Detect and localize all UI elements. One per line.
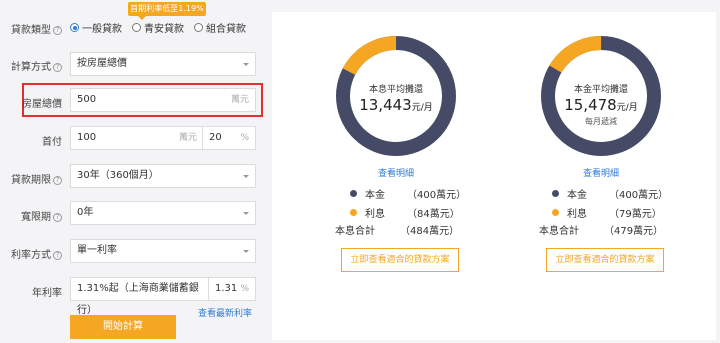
- chevron-down-icon: [243, 250, 249, 253]
- legend-total: 本息合計 （484萬元）: [335, 226, 460, 237]
- chevron-down-icon: [243, 212, 249, 215]
- help-icon[interactable]: ?: [53, 213, 62, 222]
- loan-type-radio-group: 一般貸款 青安貸款 組合貸款: [70, 20, 246, 35]
- rate-method-select[interactable]: 單一利率: [70, 239, 256, 263]
- help-icon[interactable]: ?: [53, 26, 62, 35]
- help-icon[interactable]: ?: [53, 63, 62, 72]
- monthly-payment: 13,443元/月: [359, 96, 433, 114]
- legend-principal: 本金 （400萬元）: [350, 186, 466, 201]
- principal-dot-icon: [350, 190, 357, 197]
- down-payment-amount-input[interactable]: 100 萬元: [70, 126, 204, 150]
- annual-rate-bank-select[interactable]: 1.31%起（上海商業儲蓄銀行）: [70, 277, 210, 316]
- calc-method-label: 計算方式?: [6, 58, 62, 73]
- house-price-input[interactable]: 500 萬元: [70, 88, 256, 112]
- legend-total: 本息合計 （479萬元）: [539, 226, 664, 237]
- principal-dot-icon: [552, 190, 559, 197]
- annual-rate-input[interactable]: 1.31%: [208, 277, 256, 301]
- legend-interest: 利息 （84萬元）: [350, 205, 460, 220]
- view-details-link[interactable]: 查看明細: [541, 166, 661, 179]
- house-price-label: 房屋總價: [22, 99, 62, 110]
- help-icon[interactable]: ?: [53, 176, 62, 185]
- down-payment-percent-input[interactable]: 20%: [202, 126, 256, 150]
- radio-checked-icon: [70, 23, 79, 32]
- down-payment-label: 首付: [42, 137, 62, 148]
- grace-period-select[interactable]: 0年: [70, 201, 256, 225]
- radio-unchecked-icon: [132, 23, 141, 32]
- loan-term-label: 貸款期限?: [6, 171, 62, 186]
- radio-unchecked-icon: [194, 23, 203, 32]
- interest-dot-icon: [350, 209, 357, 216]
- calculate-button[interactable]: 開始計算: [70, 315, 176, 339]
- promo-badge: 首期利率低至1.19%: [128, 2, 206, 20]
- interest-dot-icon: [552, 209, 559, 216]
- annual-rate-label: 年利率: [32, 288, 62, 299]
- view-latest-rates-link[interactable]: 查看最新利率: [198, 306, 252, 319]
- payment-note: 每月遞減: [585, 117, 617, 126]
- radio-general-loan[interactable]: 一般貸款: [70, 20, 122, 35]
- result-title: 本息平均攤還: [368, 85, 423, 95]
- legend-interest: 利息 （79萬元）: [552, 205, 662, 220]
- view-loan-plans-button[interactable]: 立即查看適合的貸款方案: [341, 248, 459, 272]
- chevron-down-icon: [243, 175, 249, 178]
- calc-method-select[interactable]: 按房屋總價: [70, 52, 256, 76]
- rate-method-label: 利率方式?: [6, 246, 62, 261]
- legend-principal: 本金 （400萬元）: [552, 186, 668, 201]
- radio-combo-loan[interactable]: 組合貸款: [194, 20, 246, 35]
- view-details-link[interactable]: 查看明細: [336, 166, 456, 179]
- loan-type-label: 貸款類型?: [6, 21, 62, 36]
- monthly-payment: 15,478元/月: [564, 96, 638, 114]
- chevron-down-icon: [243, 63, 249, 66]
- help-icon[interactable]: ?: [53, 251, 62, 260]
- radio-youth-loan[interactable]: 青安貸款: [132, 20, 184, 35]
- grace-period-label: 寬限期?: [6, 208, 62, 223]
- result-title: 本金平均攤還: [573, 85, 628, 95]
- view-loan-plans-button[interactable]: 立即查看適合的貸款方案: [546, 248, 664, 272]
- loan-term-select[interactable]: 30年（360個月）: [70, 164, 256, 188]
